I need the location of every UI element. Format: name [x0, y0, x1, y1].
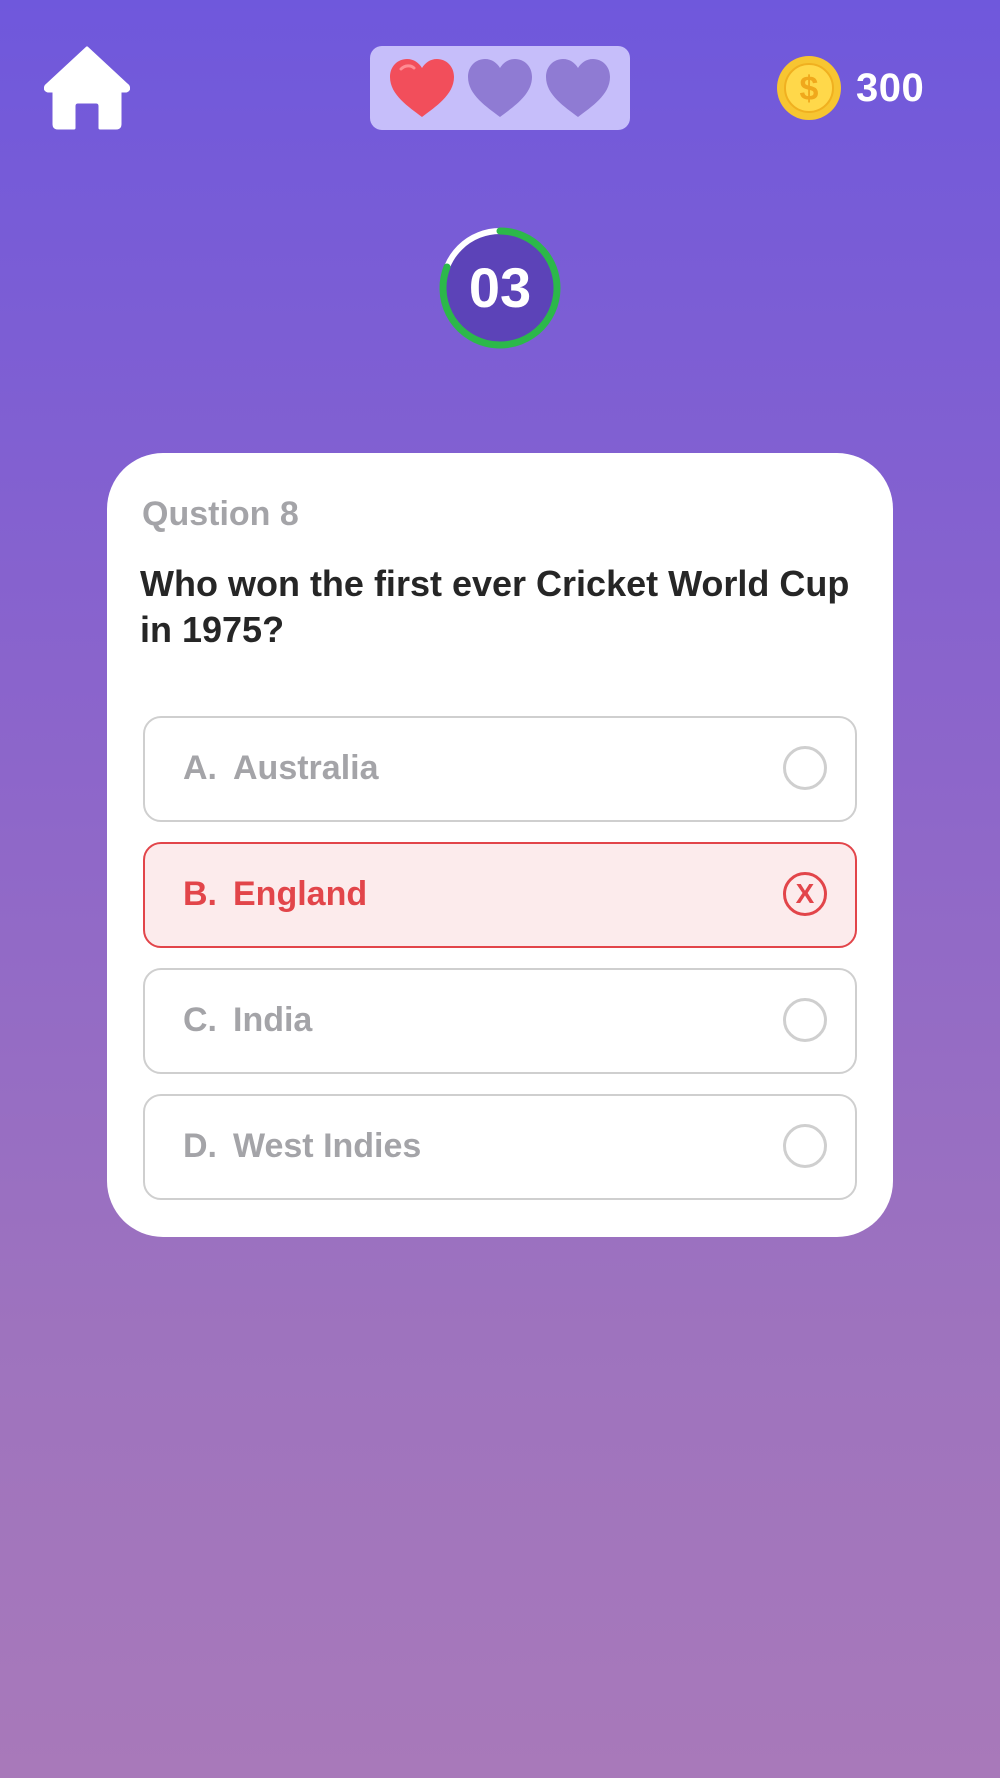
- option-letter: B.: [183, 875, 217, 913]
- answer-option-d[interactable]: D. West Indies: [143, 1094, 857, 1200]
- option-label: England: [233, 875, 368, 913]
- quiz-screen: $ 300 03 Qustion 8 Who won the first eve…: [0, 0, 1000, 1778]
- option-label: West Indies: [233, 1127, 422, 1165]
- question-text: Who won the first ever Cricket World Cup…: [140, 563, 850, 650]
- option-letter: D.: [183, 1127, 217, 1165]
- heart-empty-icon: [543, 57, 613, 119]
- answer-option-b[interactable]: B. England X: [143, 842, 857, 948]
- radio-icon: [783, 1124, 827, 1168]
- wrong-answer-icon: X: [783, 872, 827, 916]
- heart-empty-icon: [465, 57, 535, 119]
- timer-value: 03: [468, 256, 532, 319]
- home-button[interactable]: [44, 44, 130, 130]
- question-number: Qustion 8: [142, 495, 299, 533]
- option-label: India: [233, 1001, 313, 1039]
- answer-options: A. Australia B. England X C. India D. We…: [143, 716, 857, 1220]
- x-mark: X: [795, 878, 815, 909]
- option-label: Australia: [233, 749, 379, 787]
- answer-option-c[interactable]: C. India: [143, 968, 857, 1074]
- answer-option-a[interactable]: A. Australia: [143, 716, 857, 822]
- radio-icon: [783, 998, 827, 1042]
- svg-text:$: $: [800, 70, 819, 108]
- home-icon: [44, 46, 130, 130]
- radio-icon: [783, 746, 827, 790]
- coin-count: 300: [856, 65, 925, 110]
- heart-full-icon: [387, 57, 457, 119]
- option-letter: C.: [183, 1001, 217, 1039]
- coin-icon: $: [776, 55, 842, 121]
- countdown-timer: 03: [437, 225, 563, 351]
- lives-panel: [370, 46, 630, 130]
- option-letter: A.: [183, 749, 217, 787]
- question-card: Qustion 8 Who won the first ever Cricket…: [107, 453, 893, 1237]
- coin-balance: $ 300: [776, 54, 924, 122]
